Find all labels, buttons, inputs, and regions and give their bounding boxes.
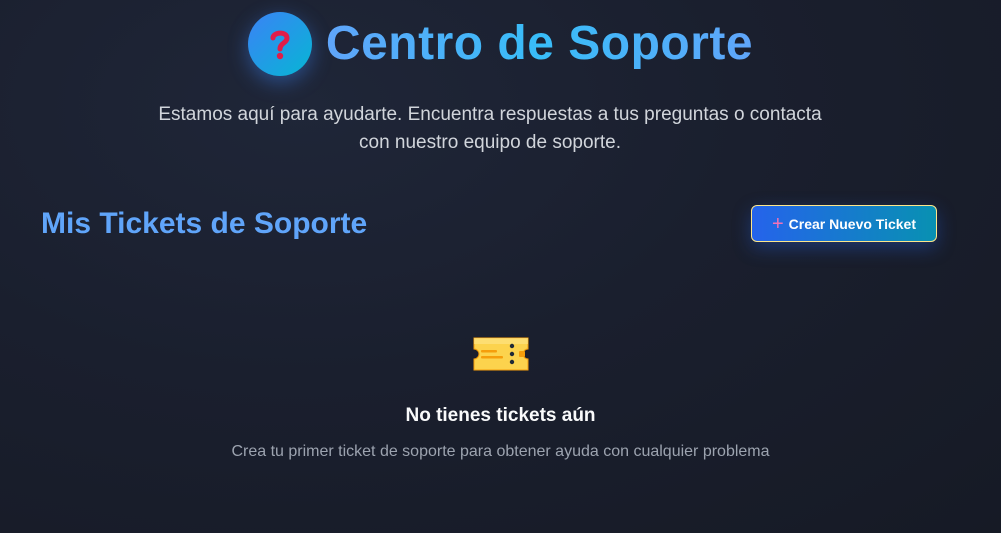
empty-state-title: No tienes tickets aún xyxy=(405,405,596,426)
empty-state-description: Crea tu primer ticket de soporte para ob… xyxy=(231,443,770,460)
plus-icon: + xyxy=(771,212,784,235)
page-subtitle: Estamos aquí para ayudarte. Encuentra re… xyxy=(158,104,822,153)
page-header: Centro de Soporte xyxy=(0,12,1001,76)
page-title: Centro de Soporte xyxy=(326,12,753,76)
create-ticket-label: Crear Nuevo Ticket xyxy=(788,215,917,232)
question-mark-icon xyxy=(247,12,312,76)
empty-state: No tienes tickets aún Crea tu primer tic… xyxy=(0,334,1001,463)
create-ticket-button[interactable]: + Crear Nuevo Ticket xyxy=(751,205,937,242)
tickets-section-title: Mis Tickets de Soporte xyxy=(41,207,368,240)
ticket-icon xyxy=(470,334,532,374)
